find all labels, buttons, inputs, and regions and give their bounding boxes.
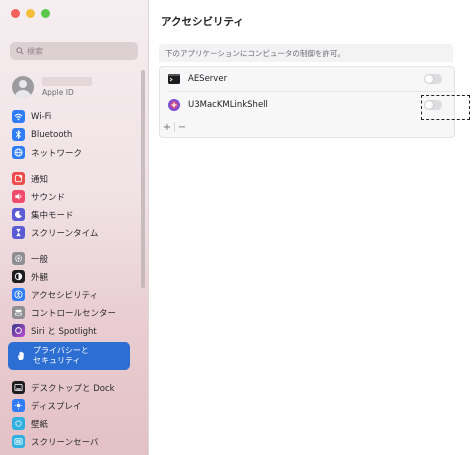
add-button[interactable]: + (160, 122, 174, 133)
sidebar-item-desktop-dock[interactable]: デスクトップと Dock (12, 379, 130, 396)
wallpaper-icon (12, 417, 25, 430)
sidebar-item-label: スクリーンタイム (31, 228, 99, 239)
window-controls (11, 9, 50, 18)
sidebar-item-label: 外観 (31, 272, 49, 283)
settings-window: 検索 Apple ID Wi-Fi Bluetooth ネットワーク 通知 サウ… (0, 0, 473, 455)
sidebar-scrollbar[interactable] (141, 70, 145, 288)
close-button[interactable] (11, 9, 20, 18)
sidebar-item-label: 集中モード (31, 210, 74, 221)
aeserver-toggle[interactable] (424, 74, 442, 84)
sidebar-item-label: Siri と Spotlight (31, 326, 97, 337)
sidebar-item-label: 通知 (31, 174, 49, 185)
moon-icon (12, 208, 25, 221)
bell-icon (12, 172, 25, 185)
app-list: AEServer U3MacKMLinkShell + − (159, 66, 455, 138)
sidebar-item-privacy-security[interactable]: プライバシーと セキュリティ (8, 342, 130, 370)
sidebar-item-siri-spotlight[interactable]: Siri と Spotlight (12, 322, 130, 339)
sidebar-item-sound[interactable]: サウンド (12, 188, 130, 205)
avatar (12, 76, 34, 98)
sidebar-item-label: アクセシビリティ (31, 290, 99, 301)
sidebar-item-label: 一般 (31, 254, 49, 265)
zoom-button[interactable] (41, 9, 50, 18)
sidebar-item-accessibility[interactable]: アクセシビリティ (12, 286, 130, 303)
account-subtitle: Apple ID (42, 88, 74, 97)
u3-app-icon (168, 99, 180, 111)
accessibility-icon (12, 288, 25, 301)
app-row-u3mackmlinkshell[interactable]: U3MacKMLinkShell (160, 93, 454, 117)
sidebar-item-label: ディスプレイ (31, 401, 82, 412)
app-name: AEServer (188, 74, 228, 84)
app-row-aeserver[interactable]: AEServer (160, 67, 454, 91)
wifi-icon (12, 110, 25, 123)
sidebar-item-label: サウンド (31, 192, 66, 203)
sidebar-item-network[interactable]: ネットワーク (12, 144, 130, 161)
search-placeholder: 検索 (27, 46, 43, 56)
search-icon (16, 47, 24, 55)
sidebar-item-label: デスクトップと Dock (31, 383, 115, 394)
sidebar-item-label: スクリーンセーバ (31, 437, 99, 448)
sidebar-item-focus[interactable]: 集中モード (12, 206, 130, 223)
control-center-icon (12, 306, 25, 319)
remove-button[interactable]: − (175, 122, 189, 133)
permission-description: 下のアプリケーションにコンピュータの制御を許可。 (159, 44, 453, 62)
sidebar-item-displays[interactable]: ディスプレイ (12, 397, 130, 414)
appearance-icon (12, 270, 25, 283)
app-name: U3MacKMLinkShell (188, 100, 268, 110)
speaker-icon (12, 190, 25, 203)
sidebar-item-wallpaper[interactable]: 壁紙 (12, 415, 130, 432)
sidebar-item-control-center[interactable]: コントロールセンター (12, 304, 130, 321)
minimize-button[interactable] (26, 9, 35, 18)
screensaver-icon (12, 435, 25, 448)
sidebar-item-label: ネットワーク (31, 148, 83, 159)
display-icon (12, 399, 25, 412)
dock-icon (12, 381, 25, 394)
list-controls: + − (160, 119, 189, 135)
terminal-app-icon (168, 73, 180, 85)
bluetooth-icon (12, 128, 25, 141)
hourglass-icon (12, 226, 25, 239)
sidebar-item-bluetooth[interactable]: Bluetooth (12, 126, 130, 143)
sidebar-item-wifi[interactable]: Wi-Fi (12, 108, 130, 125)
sidebar: 検索 Apple ID Wi-Fi Bluetooth ネットワーク 通知 サウ… (0, 0, 149, 455)
search-input[interactable]: 検索 (10, 42, 138, 60)
sidebar-item-label: プライバシーと セキュリティ (33, 346, 89, 365)
sidebar-item-notifications[interactable]: 通知 (12, 170, 130, 187)
sidebar-item-screen-time[interactable]: スクリーンタイム (12, 224, 130, 241)
sidebar-item-label: Wi-Fi (31, 111, 52, 122)
siri-icon (12, 324, 25, 337)
apple-id-account[interactable]: Apple ID (12, 70, 137, 104)
hand-icon (14, 349, 27, 363)
sidebar-item-general[interactable]: 一般 (12, 250, 130, 267)
sidebar-item-label: Bluetooth (31, 129, 73, 140)
sidebar-item-appearance[interactable]: 外観 (12, 268, 130, 285)
sidebar-item-screensaver[interactable]: スクリーンセーバ (12, 433, 130, 450)
highlight-annotation (421, 95, 470, 120)
globe-icon (12, 146, 25, 159)
page-title: アクセシビリティ (161, 16, 244, 28)
sidebar-item-label: コントロールセンター (31, 308, 117, 319)
account-name-redacted (42, 77, 92, 86)
main-pane: アクセシビリティ 下のアプリケーションにコンピュータの制御を許可。 AEServ… (149, 0, 473, 455)
row-divider (168, 91, 454, 92)
sidebar-item-label: 壁紙 (31, 419, 49, 430)
gear-icon (12, 252, 25, 265)
